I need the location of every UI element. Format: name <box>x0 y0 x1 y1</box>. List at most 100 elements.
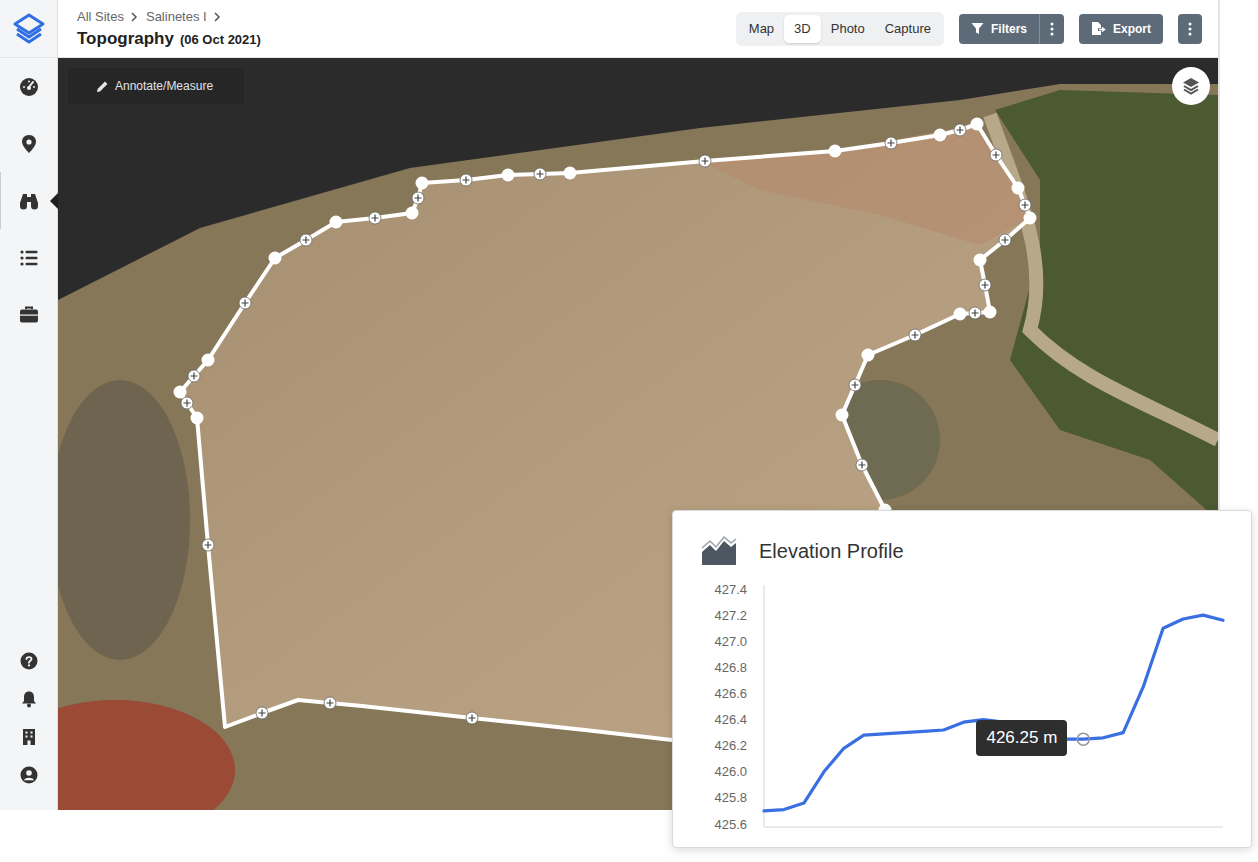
outline-add-handle[interactable] <box>256 707 268 719</box>
outline-add-handle[interactable] <box>849 379 861 391</box>
outline-add-handle[interactable] <box>856 459 868 471</box>
more-button[interactable] <box>1178 14 1202 44</box>
funnel-icon <box>971 22 984 35</box>
logo[interactable] <box>0 0 57 58</box>
export-main[interactable]: Export <box>1079 21 1163 36</box>
outline-vertex[interactable] <box>984 306 997 319</box>
y-tick-label: 427.2 <box>714 608 747 623</box>
sidebar <box>0 0 58 810</box>
annotate-button[interactable]: Annotate/Measure <box>68 68 244 104</box>
outline-vertex[interactable] <box>1024 212 1037 225</box>
outline-add-handle[interactable] <box>412 192 424 204</box>
outline-vertex[interactable] <box>934 129 947 142</box>
sidebar-item[interactable] <box>0 756 57 794</box>
outline-add-handle[interactable] <box>999 234 1011 246</box>
sidebar-item[interactable] <box>0 680 57 718</box>
sidebar-top <box>0 58 57 343</box>
outline-add-handle[interactable] <box>188 370 200 382</box>
breadcrumbs: All Sites Salinetes I <box>77 9 261 25</box>
outline-vertex[interactable] <box>836 409 849 422</box>
outline-add-handle[interactable] <box>460 174 472 186</box>
layers-logo-icon <box>12 12 46 46</box>
outline-add-handle[interactable] <box>239 297 251 309</box>
sidebar-item[interactable] <box>0 172 57 229</box>
outline-add-handle[interactable] <box>466 712 478 724</box>
outline-add-handle[interactable] <box>979 279 991 291</box>
page-title: Topography(06 Oct 2021) <box>77 29 261 49</box>
sidebar-item[interactable] <box>0 286 57 343</box>
sidebar-item[interactable] <box>0 718 57 756</box>
outline-add-handle[interactable] <box>202 539 214 551</box>
outline-add-handle[interactable] <box>369 212 381 224</box>
outline-add-handle[interactable] <box>181 397 193 409</box>
outline-vertex[interactable] <box>862 349 875 362</box>
filters-button[interactable]: Filters <box>959 14 1064 44</box>
sidebar-item[interactable] <box>0 115 57 172</box>
chart-tooltip: 426.25 m <box>976 720 1067 756</box>
header: All Sites Salinetes I Topography(06 Oct 20… <box>58 0 1218 58</box>
y-axis <box>764 585 765 827</box>
outline-vertex[interactable] <box>974 254 987 267</box>
outline-add-handle[interactable] <box>300 234 312 246</box>
export-button[interactable]: Export <box>1079 14 1163 44</box>
outline-vertex[interactable] <box>202 354 215 367</box>
hover-marker <box>1077 733 1089 745</box>
y-tick-label: 425.8 <box>714 790 747 805</box>
annotate-label: Annotate/Measure <box>115 79 213 93</box>
outline-add-handle[interactable] <box>990 149 1002 161</box>
view-tab[interactable]: 3D <box>784 15 821 43</box>
outline-vertex[interactable] <box>564 167 577 180</box>
outline-vertex[interactable] <box>502 169 515 182</box>
title-date: (06 Oct 2021) <box>180 32 261 47</box>
outline-vertex[interactable] <box>416 177 429 190</box>
list-icon <box>19 248 39 268</box>
outline-vertex[interactable] <box>971 118 984 131</box>
scrub-area <box>58 380 190 660</box>
outline-add-handle[interactable] <box>699 155 711 167</box>
outline-add-handle[interactable] <box>534 168 546 180</box>
breadcrumb-link[interactable]: Salinetes I <box>146 9 207 25</box>
export-file-icon <box>1091 21 1106 36</box>
outline-vertex[interactable] <box>174 386 187 399</box>
filters-main[interactable]: Filters <box>959 22 1039 36</box>
view-tab[interactable]: Map <box>739 15 784 43</box>
outline-add-handle[interactable] <box>969 307 981 319</box>
outline-add-handle[interactable] <box>885 137 897 149</box>
export-label: Export <box>1113 22 1151 36</box>
y-tick-label: 427.4 <box>714 582 747 597</box>
outline-vertex[interactable] <box>406 207 419 220</box>
outline-add-handle[interactable] <box>909 329 921 341</box>
x-axis <box>764 827 1223 828</box>
outline-vertex[interactable] <box>829 145 842 158</box>
view-tab[interactable]: Capture <box>875 15 941 43</box>
y-tick-label: 426.8 <box>714 660 747 675</box>
y-tick-label: 426.0 <box>714 764 747 779</box>
header-actions: Map3DPhotoCapture Filters Export <box>736 12 1202 46</box>
y-tick-label: 427.0 <box>714 634 747 649</box>
sidebar-bottom <box>0 642 57 810</box>
outline-vertex[interactable] <box>191 412 204 425</box>
outline-add-handle[interactable] <box>324 697 336 709</box>
filters-more[interactable] <box>1039 14 1064 44</box>
breadcrumb-link[interactable]: All Sites <box>77 9 124 25</box>
sidebar-item[interactable] <box>0 58 57 115</box>
sidebar-item[interactable] <box>0 229 57 286</box>
kebab-icon <box>1050 22 1054 36</box>
outline-vertex[interactable] <box>1012 182 1025 195</box>
outline-vertex[interactable] <box>330 216 343 229</box>
kebab-icon <box>1188 22 1192 36</box>
outline-vertex[interactable] <box>954 308 967 321</box>
y-tick-label: 425.6 <box>714 817 747 832</box>
elevation-profile-card: Elevation Profile 427.4 427.2 427.0 426.8 426… <box>672 510 1252 848</box>
chart-canvas[interactable]: 427.4427.2427.0426.8426.6426.4426.2426.0… <box>673 581 1253 843</box>
filters-label: Filters <box>991 22 1027 36</box>
view-tab[interactable]: Photo <box>821 15 875 43</box>
outline-add-handle[interactable] <box>1019 199 1031 211</box>
outline-vertex[interactable] <box>269 252 282 265</box>
elevation-chart[interactable]: 427.4427.2427.0426.8426.6426.4426.2426.0… <box>673 581 1251 843</box>
card-header: Elevation Profile <box>673 511 1251 575</box>
layers-button[interactable] <box>1172 67 1210 105</box>
outline-add-handle[interactable] <box>954 124 966 136</box>
card-title: Elevation Profile <box>759 540 904 563</box>
sidebar-item[interactable] <box>0 642 57 680</box>
